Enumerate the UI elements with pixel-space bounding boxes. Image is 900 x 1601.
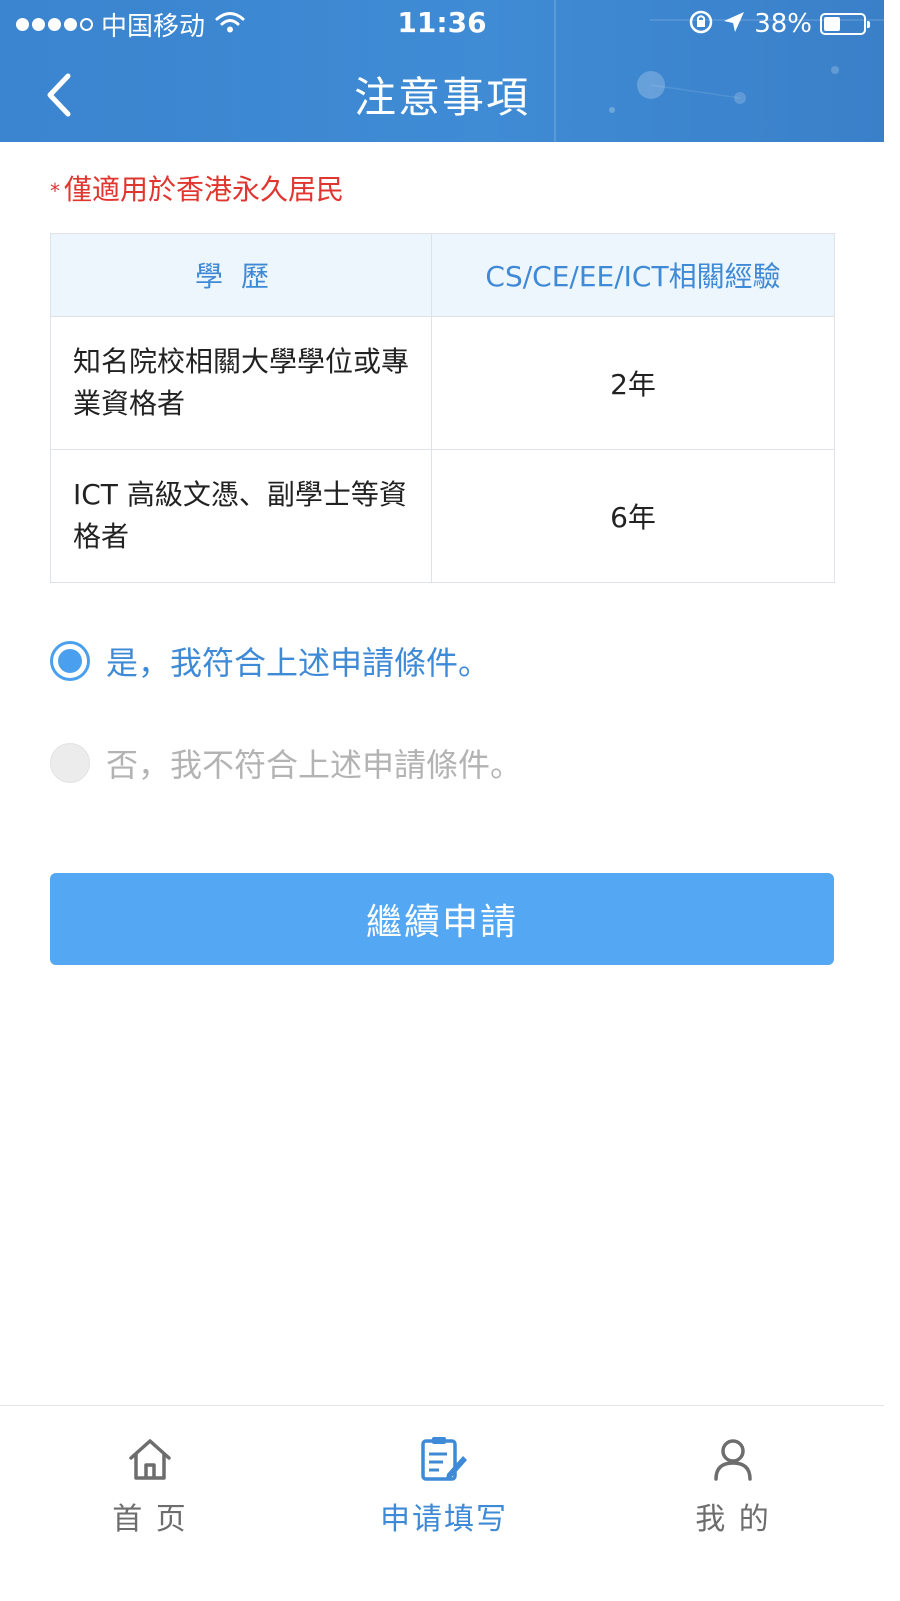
option-no[interactable]: 否，我不符合上述申請條件。 (50, 740, 522, 786)
option-no-label: 否，我不符合上述申請條件。 (106, 746, 523, 784)
app-header: 中国移动 11:36 38% 注意事項 (0, 0, 884, 142)
requirements-table: 學歷 CS/CE/EE/ICT相關經驗 知名院校相關大學學位或專業資格者 2年 … (50, 233, 835, 583)
option-yes[interactable]: 是，我符合上述申請條件。 (50, 638, 490, 684)
notice-text: 僅適用於香港永久居民 (64, 173, 345, 206)
column-header-education: 學歷 (50, 233, 432, 317)
tab-mine-label: 我 的 (695, 1502, 771, 1537)
table-header-row: 學歷 CS/CE/EE/ICT相關經驗 (50, 233, 835, 317)
required-star: * (50, 179, 60, 203)
continue-application-button[interactable]: 繼續申請 (50, 873, 834, 965)
tab-apply-label: 申请填写 (380, 1502, 508, 1537)
experience-cell: 6年 (431, 449, 835, 583)
status-right: 38% (688, 8, 870, 40)
tab-home[interactable]: 首 页 (50, 1434, 250, 1538)
tab-mine[interactable]: 我 的 (633, 1434, 833, 1538)
option-yes-label: 是，我符合上述申請條件。 (106, 644, 491, 682)
tab-home-label: 首 页 (112, 1502, 188, 1537)
radio-button-unselected[interactable] (50, 743, 90, 783)
education-cell: 知名院校相關大學學位或專業資格者 (50, 316, 432, 450)
battery-icon (820, 13, 870, 35)
table-row: 知名院校相關大學學位或專業資格者 2年 (50, 316, 835, 450)
status-bar: 中国移动 11:36 38% (0, 0, 884, 48)
education-cell: ICT 高級文憑、副學士等資格者 (50, 449, 432, 583)
rotation-lock-icon (688, 9, 714, 39)
home-icon (129, 1439, 171, 1480)
battery-percentage: 38% (754, 9, 812, 39)
tab-apply[interactable]: 申请填写 (344, 1434, 544, 1538)
column-header-experience: CS/CE/EE/ICT相關經驗 (431, 233, 835, 317)
residency-notice: * 僅適用於香港永久居民 (50, 168, 344, 208)
location-arrow-icon (722, 10, 746, 38)
edit-form-icon (421, 1437, 467, 1481)
radio-button-selected[interactable] (50, 641, 90, 681)
experience-cell: 2年 (431, 316, 835, 450)
bottom-tab-bar: 首 页 申请填写 我 的 (0, 1405, 884, 1601)
user-icon (714, 1439, 752, 1481)
table-row: ICT 高級文憑、副學士等資格者 6年 (50, 449, 835, 583)
page-title: 注意事項 (353, 73, 530, 122)
